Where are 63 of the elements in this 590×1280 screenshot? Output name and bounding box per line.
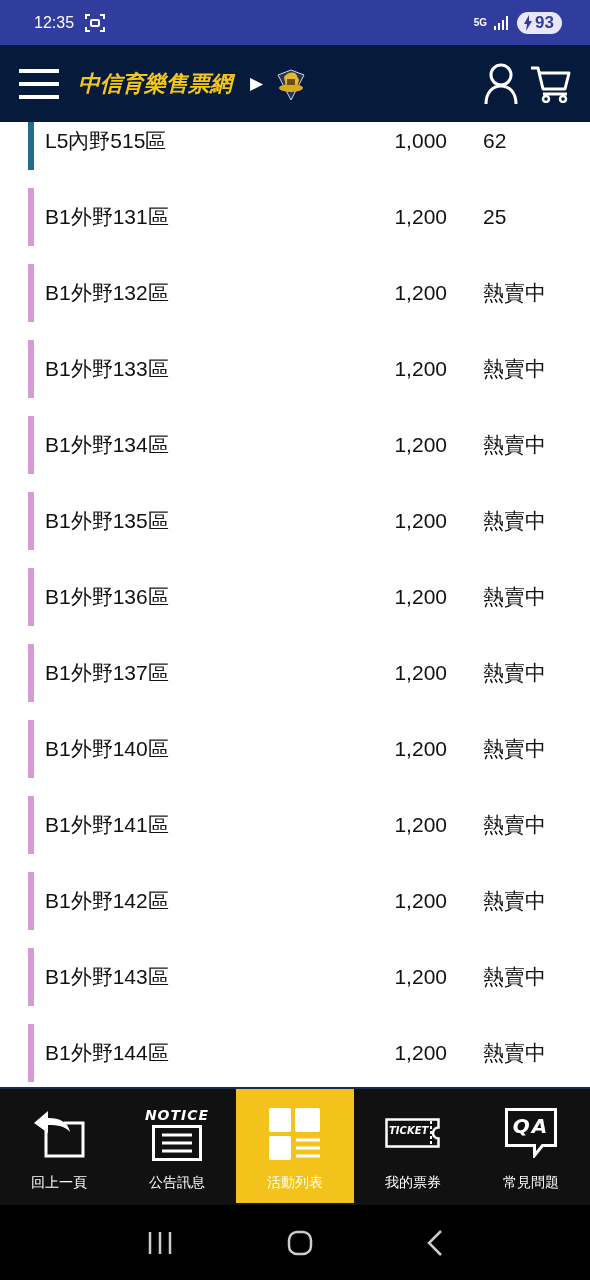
ticket-price: 1,200 <box>393 205 447 229</box>
battery-indicator: 93 <box>517 11 562 34</box>
network-label: 5G <box>473 17 488 28</box>
ticket-price: 1,200 <box>393 357 447 381</box>
availability-label: 熱賣中 <box>483 280 546 306</box>
seat-area-name: B1外野140區 <box>45 736 170 762</box>
recent-apps-icon[interactable] <box>147 1230 173 1255</box>
availability-label: 熱賣中 <box>483 888 546 914</box>
ticket-price: 1,200 <box>393 813 447 837</box>
back-arrow-icon <box>32 1109 86 1159</box>
bolt-icon <box>523 14 534 31</box>
menu-icon[interactable] <box>19 66 59 101</box>
ticket-price: 1,200 <box>393 661 447 685</box>
notice-label: NOTICE <box>144 1107 210 1123</box>
nav-tab[interactable]: TICKET 我的票券 <box>354 1089 472 1203</box>
availability-label: 62 <box>483 129 507 153</box>
clock: 12:35 <box>34 13 75 32</box>
ticket-price: 1,200 <box>393 281 447 305</box>
seat-area-name: B1外野144區 <box>45 1040 170 1066</box>
ticket-price: 1,200 <box>393 509 447 533</box>
availability-label: 熱賣中 <box>483 660 546 686</box>
ticket-price: 1,200 <box>393 737 447 761</box>
ticket-price: 1,000 <box>393 129 447 153</box>
ticket-price: 1,200 <box>393 889 447 913</box>
document-icon <box>152 1125 202 1161</box>
availability-label: 熱賣中 <box>483 356 546 382</box>
back-icon[interactable] <box>427 1229 443 1256</box>
ticket-price: 1,200 <box>393 1041 447 1065</box>
emblem-icon <box>275 66 308 101</box>
availability-label: 熱賣中 <box>483 736 546 762</box>
availability-label: 熱賣中 <box>483 1040 546 1066</box>
speech-bubble-icon: QA <box>505 1107 557 1161</box>
seat-area-name: L5內野515區 <box>45 128 168 154</box>
ticket-price: 1,200 <box>393 433 447 457</box>
nav-tab[interactable]: 回上一頁 <box>0 1089 118 1203</box>
user-icon[interactable] <box>484 62 518 105</box>
home-icon[interactable] <box>287 1229 313 1256</box>
availability-label: 熱賣中 <box>483 964 546 990</box>
availability-label: 熱賣中 <box>483 584 546 610</box>
nav-tab[interactable]: NOTICE 公告訊息 <box>118 1089 236 1203</box>
availability-label: 熱賣中 <box>483 508 546 534</box>
seat-area-name: B1外野134區 <box>45 432 170 458</box>
seat-area-name: B1外野135區 <box>45 508 170 534</box>
signal-icon <box>493 14 510 31</box>
seat-area-name: B1外野142區 <box>45 888 170 914</box>
seat-area-name: B1外野133區 <box>45 356 170 382</box>
availability-label: 熱賣中 <box>483 812 546 838</box>
ticket-icon: TICKET <box>385 1117 441 1151</box>
seat-area-name: B1外野131區 <box>45 204 170 230</box>
seat-area-name: B1外野132區 <box>45 280 170 306</box>
seat-area-name: B1外野143區 <box>45 964 170 990</box>
ticket-price: 1,200 <box>393 585 447 609</box>
seat-area-name: B1外野141區 <box>45 812 170 838</box>
availability-label: 25 <box>483 205 507 229</box>
arrow-glyph: ▶ <box>250 73 264 94</box>
availability-label: 熱賣中 <box>483 432 546 458</box>
nav-tab[interactable]: QA 常見問題 <box>472 1089 590 1203</box>
screenshot-icon <box>84 12 107 33</box>
seat-area-name: B1外野136區 <box>45 584 170 610</box>
grid-list-icon <box>269 1108 321 1160</box>
seat-area-name: B1外野137區 <box>45 660 170 686</box>
ticket-price: 1,200 <box>393 965 447 989</box>
cart-icon[interactable] <box>530 64 572 103</box>
